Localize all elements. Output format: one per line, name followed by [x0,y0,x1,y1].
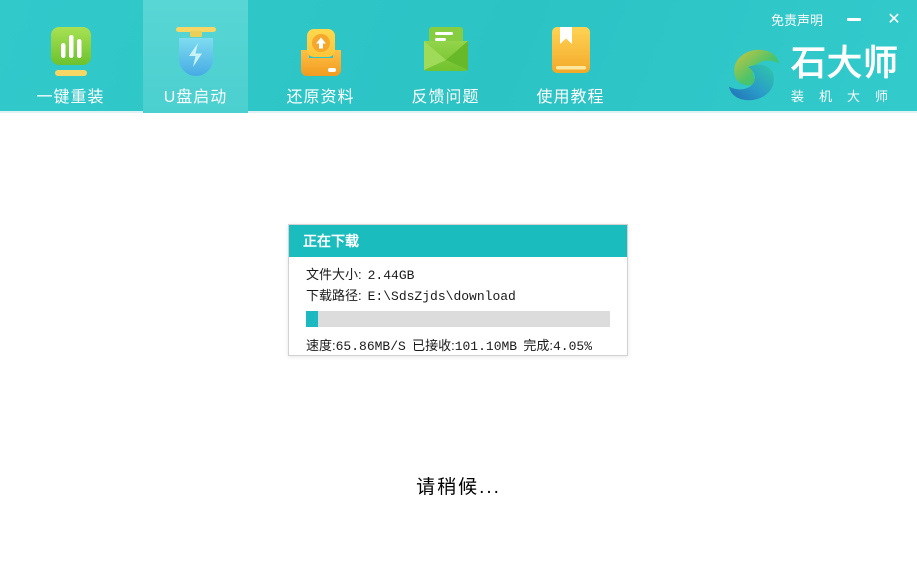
brand-mark-icon [723,44,785,106]
tutorial-book-icon [547,26,595,78]
minimize-button[interactable] [845,11,863,29]
dialog-body: 文件大小: 2.44GB 下载路径: E:\SdsZjds\download 速度:… [289,257,627,354]
dialog-title: 正在下载 [289,225,627,257]
tab-tutorial[interactable]: 使用教程 [518,0,623,113]
tab-bar: 一键重装 [18,0,623,113]
bar-chart-icon [47,26,95,78]
file-size-value: 2.44GB [368,268,415,283]
minimize-icon [847,18,861,21]
usb-drive-icon [172,26,220,78]
tab-feedback[interactable]: 反馈问题 [393,0,498,113]
done-label: 完成: [523,338,553,353]
received-value: 101.10MB [455,339,517,354]
file-size-row: 文件大小: 2.44GB [306,264,610,285]
tab-one-key-reinstall[interactable]: 一键重装 [18,0,123,113]
brand-subtitle: 装机大师 [791,86,903,105]
disclaimer-link[interactable]: 免责声明 [771,10,823,29]
download-path-value: E:\SdsZjds\download [368,289,516,304]
brand-name: 石大师 [791,45,903,84]
close-button[interactable]: ✕ [885,11,903,29]
titlebar-controls: 免责声明 ✕ [771,10,903,29]
done-value: 4.05% [553,339,592,354]
tab-restore-data[interactable]: 还原资料 [268,0,373,113]
brand-text: 石大师 装机大师 [791,45,903,105]
restore-upload-icon [297,26,345,78]
received-stat: 已接收:101.10MB [412,335,517,354]
speed-value: 65.86MB/S [336,339,406,354]
tab-label: 还原资料 [286,83,354,107]
tab-usb-boot[interactable]: U盘启动 [143,0,248,113]
feedback-mail-icon [421,26,471,78]
app-header: 一键重装 [0,0,917,113]
done-stat: 完成:4.05% [523,335,592,354]
brand-logo: 石大师 装机大师 [723,44,903,106]
progress-bar [306,311,610,327]
close-icon: ✕ [887,12,900,28]
tab-label: 一键重装 [36,83,104,107]
tab-label: U盘启动 [164,83,228,107]
file-size-label: 文件大小: [306,267,362,282]
speed-stat: 速度:65.86MB/S [306,335,406,354]
wait-text: 请稍候... [0,472,917,499]
speed-label: 速度: [306,338,336,353]
app-window: 一键重装 [0,0,917,578]
tab-label: 反馈问题 [411,83,479,107]
download-path-label: 下载路径: [306,288,362,303]
download-dialog: 正在下载 文件大小: 2.44GB 下载路径: E:\SdsZjds\downloa… [288,224,628,356]
progress-fill [306,311,318,327]
download-path-row: 下载路径: E:\SdsZjds\download [306,285,610,306]
received-label: 已接收: [412,338,455,353]
stats-row: 速度:65.86MB/S 已接收:101.10MB 完成:4.05% [306,335,610,354]
tab-label: 使用教程 [536,83,604,107]
